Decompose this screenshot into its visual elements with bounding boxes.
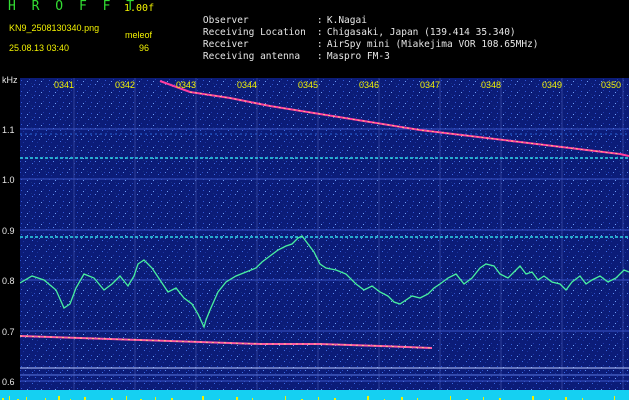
freq-label: 1.1 bbox=[2, 125, 15, 135]
freq-label: 0.8 bbox=[2, 276, 15, 286]
program-label: meleof bbox=[125, 30, 153, 40]
time-label: 0344 bbox=[237, 80, 258, 90]
signal-strength-strip bbox=[0, 390, 629, 400]
time-label: 0348 bbox=[481, 80, 502, 90]
freq-label: 0.6 bbox=[2, 377, 15, 387]
datetime-label: 25.08.13 03:40 bbox=[9, 43, 70, 53]
time-label: 0349 bbox=[542, 80, 563, 90]
version-label: 1.00f bbox=[124, 3, 155, 14]
freq-label: 0.9 bbox=[2, 226, 15, 236]
spectrogram-plot bbox=[20, 78, 629, 390]
axis-unit-label: kHz bbox=[2, 75, 18, 85]
hroft-window: H R O F F T 1.00f KN9_2508130340.png mel… bbox=[0, 0, 629, 400]
info-value: Maspro FM-3 bbox=[326, 51, 390, 62]
info-label: Receiving antenna bbox=[202, 51, 301, 62]
time-label: 0350 bbox=[601, 80, 622, 90]
info-colon: : bbox=[316, 51, 323, 62]
freq-label: 0.7 bbox=[2, 327, 15, 337]
freq-label: 1.0 bbox=[2, 175, 15, 185]
filename-label: KN9_2508130340.png bbox=[9, 23, 100, 33]
app-title: H R O F F T bbox=[8, 0, 139, 14]
frequency-axis: kHz 1.1 1.0 0.9 0.8 0.7 0.6 bbox=[0, 72, 20, 400]
count-label: 96 bbox=[139, 43, 150, 53]
time-label: 0345 bbox=[298, 80, 319, 90]
time-label: 0342 bbox=[115, 80, 136, 90]
time-label: 0346 bbox=[359, 80, 380, 90]
info-row-antenna: Receiving antenna: Maspro FM-3 bbox=[180, 39, 390, 75]
strength-bars bbox=[2, 396, 615, 400]
time-label: 0343 bbox=[176, 80, 197, 90]
time-label: 0347 bbox=[420, 80, 441, 90]
time-label: 0341 bbox=[54, 80, 75, 90]
